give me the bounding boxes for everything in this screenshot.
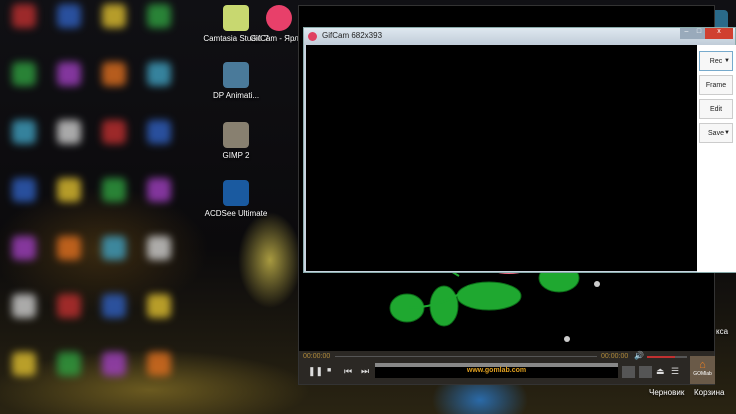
blurred-icon [102, 294, 126, 318]
close-button[interactable]: x [705, 28, 733, 39]
window-title: GifCam 682x393 [322, 31, 383, 40]
frame-button[interactable]: Frame [699, 75, 733, 95]
blurred-icon [102, 120, 126, 144]
blurred-icon [102, 178, 126, 202]
gifcam-icon [266, 5, 292, 31]
blurred-icon [57, 352, 81, 376]
current-time: 00:00:00 [303, 353, 331, 360]
gifcam-titlebar[interactable]: GifCam 682x393 – □ x [304, 28, 735, 45]
capture-area[interactable] [306, 45, 697, 271]
blurred-icon [147, 178, 171, 202]
volume-icon[interactable]: 🔊 [634, 351, 644, 360]
screenshot-button[interactable] [639, 366, 652, 378]
eject-button[interactable]: ⏏ [656, 366, 665, 377]
blurred-icon [57, 4, 81, 28]
blurred-icon [147, 4, 171, 28]
desktop-icon-draft[interactable]: Черновик [649, 388, 684, 397]
gifcam-logo-icon [308, 32, 317, 41]
dp-animation-icon [223, 62, 249, 88]
blurred-icon [102, 236, 126, 260]
next-button[interactable]: ⏭ [361, 366, 369, 377]
blurred-icon [147, 120, 171, 144]
blurred-icon [102, 352, 126, 376]
gomlab-banner[interactable]: www.gomlab.com [375, 363, 618, 378]
player-control-bar: 00:00:00 00:00:00 🔊 ❚❚ ■ ⏮ ⏭ www.gomlab.… [299, 351, 714, 384]
blurred-icon [12, 236, 36, 260]
maximize-button[interactable]: □ [693, 28, 705, 39]
blurred-icon [57, 62, 81, 86]
save-button[interactable]: Save ▼ [699, 123, 733, 143]
blurred-icon [102, 62, 126, 86]
menu-button[interactable]: ☰ [671, 366, 679, 377]
rec-dropdown-icon[interactable]: ▼ [724, 58, 730, 64]
acdsee-icon [223, 180, 249, 206]
effects-button[interactable] [622, 366, 635, 378]
gifcam-window: GifCam 682x393 – □ x Rec ▼ Frame Edit Sav… [303, 27, 736, 273]
blurred-icon [57, 178, 81, 202]
blurred-icon [12, 4, 36, 28]
blurred-icon [57, 120, 81, 144]
stop-button[interactable]: ■ [327, 367, 331, 374]
blurred-icon [12, 120, 36, 144]
previous-button[interactable]: ⏮ [344, 366, 352, 377]
seek-bar[interactable] [335, 356, 597, 357]
blurred-icon [12, 294, 36, 318]
gimp-icon [223, 122, 249, 148]
blurred-icon [147, 62, 171, 86]
rec-button[interactable]: Rec ▼ [699, 51, 733, 71]
desktop-label-partial: кса [716, 327, 729, 336]
home-icon: ⌂ [699, 359, 706, 371]
blurred-icon [102, 4, 126, 28]
blurred-icon [12, 352, 36, 376]
edit-button[interactable]: Edit [699, 99, 733, 119]
blurred-icon [57, 294, 81, 318]
blurred-icon [12, 178, 36, 202]
blurred-icon [57, 236, 81, 260]
total-time: 00:00:00 [601, 353, 629, 360]
blurred-icon [147, 352, 171, 376]
save-dropdown-icon[interactable]: ▼ [724, 130, 730, 136]
minimize-button[interactable]: – [680, 28, 693, 39]
desktop-icon-dp-animation[interactable]: DP Animati... [201, 62, 271, 101]
gifcam-button-panel: Rec ▼ Frame Edit Save ▼ [697, 45, 736, 272]
gomlab-home-button[interactable]: ⌂ GOMlab [690, 356, 715, 384]
blurred-icon [147, 294, 171, 318]
blurred-icon [12, 62, 36, 86]
volume-slider[interactable] [647, 356, 687, 358]
desktop-icon-trash[interactable]: Корзина [694, 388, 724, 397]
desktop-icon-gimp[interactable]: GIMP 2 [201, 122, 271, 161]
blurred-icon [147, 236, 171, 260]
desktop-icon-acdsee[interactable]: ACDSee Ultimate [201, 180, 271, 219]
pause-button[interactable]: ❚❚ [308, 366, 323, 377]
